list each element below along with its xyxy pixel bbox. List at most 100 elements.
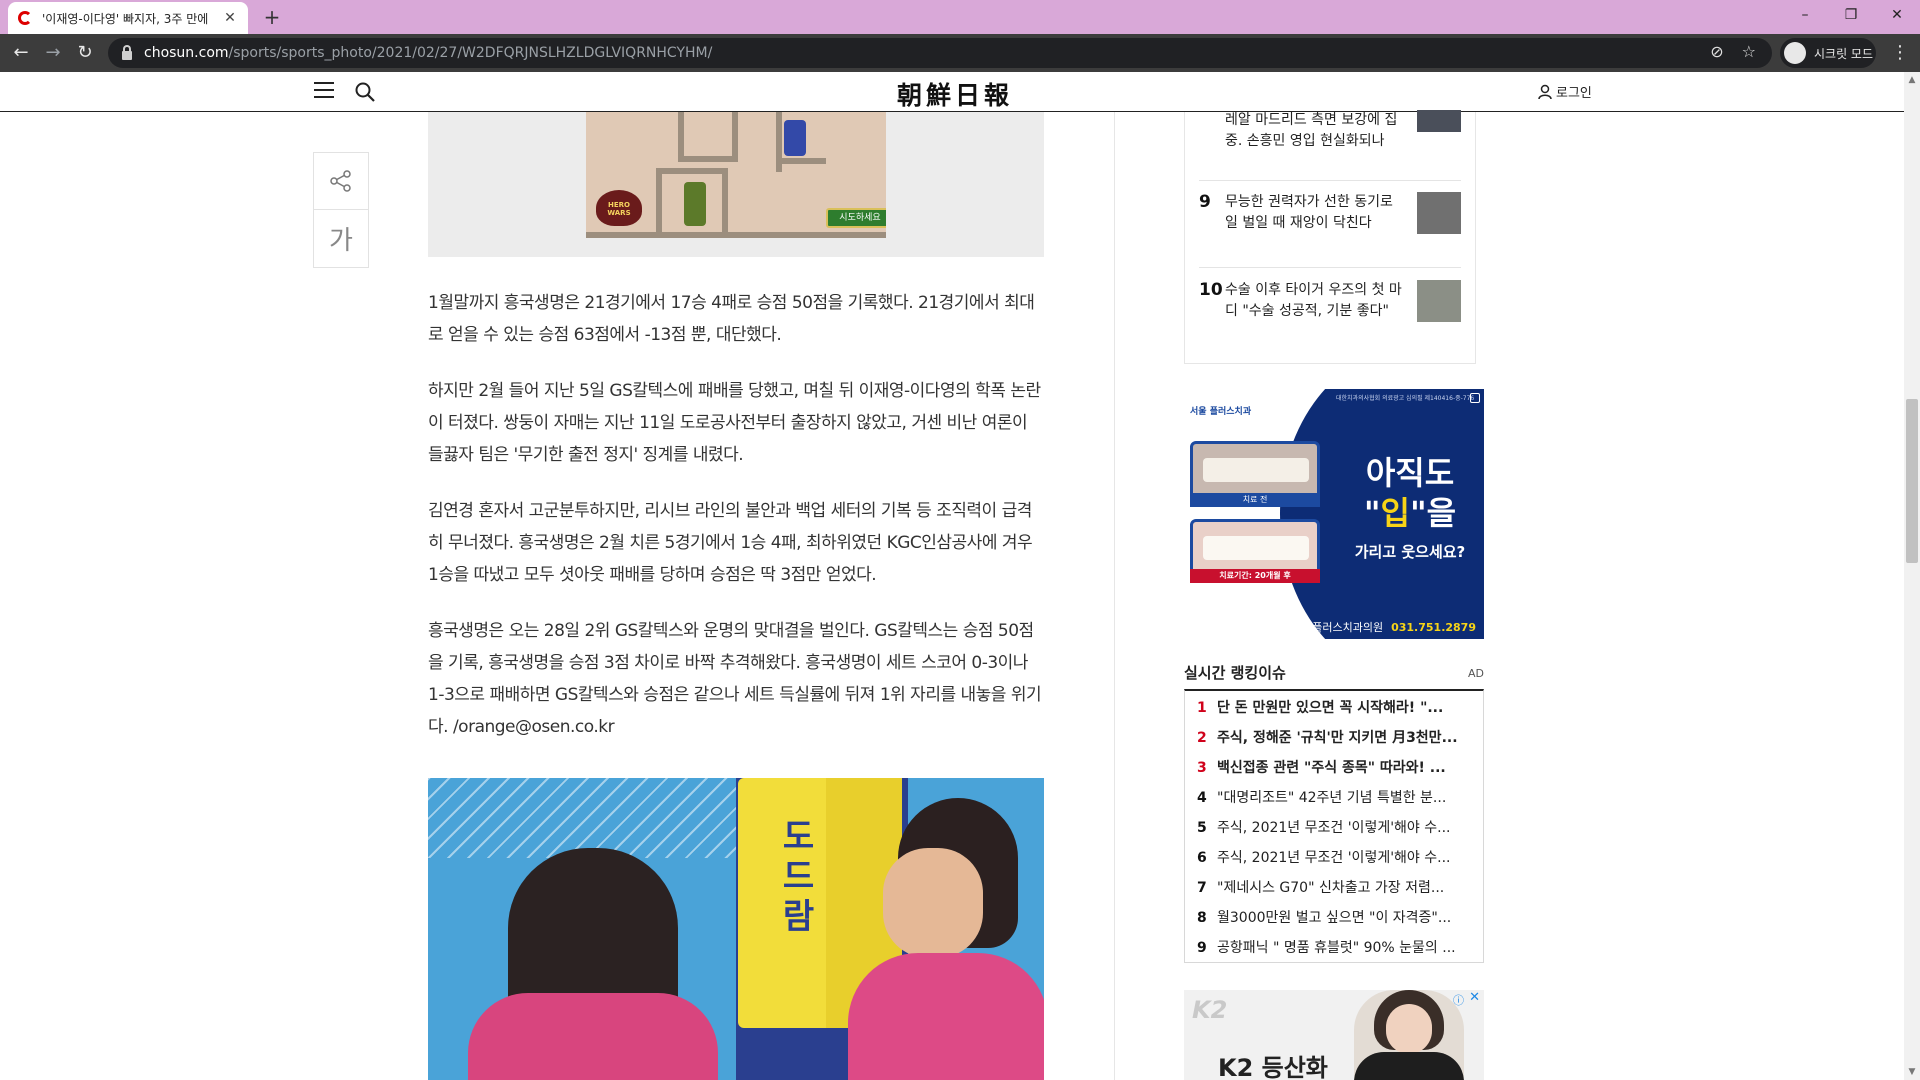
- photo-jersey-left: [468, 993, 718, 1080]
- news-headline: 레알 마드리드 측면 보강에 집중. 손흥민 영입 현실화되나: [1225, 112, 1398, 149]
- news-rank: 10: [1199, 280, 1223, 300]
- ranking-item[interactable]: 2 주식, 정해준 '규칙'만 지키면 月3천만...: [1197, 723, 1477, 753]
- ranking-headline: 주식, 정해준 '규칙'만 지키면 月3천만...: [1217, 730, 1458, 746]
- url-path: /sports/sports_photo/2021/02/27/W2DFQRJN…: [228, 45, 713, 61]
- game-ad-cta-button[interactable]: 시도하세요: [826, 208, 886, 228]
- eye-off-icon[interactable]: ⊘: [1710, 42, 1723, 61]
- k2-logo: K2: [1192, 996, 1228, 1024]
- font-size-button[interactable]: 가: [314, 210, 368, 267]
- ranking-number: 7: [1197, 880, 1207, 896]
- ranking-item[interactable]: 8 월3000만원 벌고 싶으면 "이 자격증"...: [1197, 903, 1477, 933]
- news-item[interactable]: 레알 마드리드 측면 보강에 집중. 손흥민 영입 현실화되나: [1199, 110, 1461, 152]
- dental-ad-banner[interactable]: 서울 플러스치과 치료 전 치료기간: 20개월 후 대한치과의사협회 의료광고…: [1184, 389, 1484, 639]
- dental-headline-quote-close: "을: [1410, 494, 1457, 532]
- tab-close-icon[interactable]: ✕: [222, 10, 238, 26]
- ranking-headline: "대명리조트" 42주년 기념 특별한 분...: [1217, 790, 1447, 806]
- reload-icon[interactable]: ↻: [72, 40, 98, 66]
- article-paragraph: 김연경 혼자서 고군분투하지만, 리시브 라인의 불안과 백업 세터의 기복 등…: [428, 501, 1033, 585]
- news-thumbnail: [1417, 280, 1461, 322]
- star-icon[interactable]: ☆: [1742, 42, 1756, 61]
- ranking-list: 1 단 돈 만원만 있으면 꼭 시작해라! "... 2 주식, 정해준 '규칙…: [1184, 689, 1484, 963]
- ad-info-icon[interactable]: [1470, 393, 1480, 403]
- restore-icon[interactable]: ❐: [1828, 0, 1874, 30]
- dental-headline-mouth: 입: [1380, 494, 1410, 532]
- dental-headline-3: 가리고 웃으세요?: [1354, 543, 1466, 561]
- news-item[interactable]: 9 무능한 권력자가 선한 동기로 일 벌일 때 재앙이 닥친다: [1199, 192, 1461, 234]
- ranking-item[interactable]: 3 백신접종 관련 "주식 종목" 따라와! ...: [1197, 753, 1477, 783]
- ad-close-icon[interactable]: ✕: [1469, 990, 1480, 1005]
- back-icon[interactable]: ←: [8, 40, 34, 66]
- minimize-icon[interactable]: –: [1782, 0, 1828, 30]
- game-ad-banner[interactable]: HERO WARS 시도하세요: [428, 112, 1044, 257]
- dental-fine-print: 대한치과의사협회 의료광고 심의필 제140416-중-776: [1336, 395, 1475, 402]
- news-headline: 무능한 권력자가 선한 동기로 일 벌일 때 재앙이 닥친다: [1225, 194, 1393, 231]
- news-item[interactable]: 10 수술 이후 타이거 우즈의 첫 마디 "수술 성공적, 기분 좋다": [1199, 280, 1461, 322]
- ranking-number: 9: [1197, 940, 1207, 956]
- login-label: 로그인: [1556, 86, 1592, 101]
- ranking-headline: 주식, 2021년 무조건 '이렇게'해야 수...: [1217, 850, 1451, 866]
- news-separator: [1199, 267, 1461, 268]
- dental-clinic-logo: 서울 플러스치과: [1190, 407, 1252, 417]
- ranking-number: 3: [1197, 760, 1207, 776]
- address-bar[interactable]: chosun.com/sports/sports_photo/2021/02/2…: [108, 38, 1772, 68]
- ranking-headline: 백신접종 관련 "주식 종목" 따라와! ...: [1217, 760, 1446, 776]
- ranking-item[interactable]: 5 주식, 2021년 무조건 '이렇게'해야 수...: [1197, 813, 1477, 843]
- new-tab-button[interactable]: +: [258, 4, 286, 30]
- ad-info-icon[interactable]: ⓘ: [1453, 992, 1464, 1008]
- game-ad-artwork: HERO WARS 시도하세요: [586, 112, 886, 238]
- article-tools: 가: [313, 152, 369, 268]
- ranking-item[interactable]: 9 공항패닉 " 명품 휴블럿" 90% 눈물의 ...: [1197, 933, 1477, 963]
- ranking-ad-label: AD: [1468, 667, 1484, 680]
- news-rank: 9: [1199, 192, 1211, 212]
- ranking-number: 5: [1197, 820, 1207, 836]
- news-rank: [1199, 110, 1225, 152]
- url-host: chosun.com: [144, 45, 229, 61]
- ranking-number: 1: [1197, 700, 1207, 716]
- after-label: 치료기간: 20개월 후: [1190, 569, 1320, 583]
- ranking-number: 2: [1197, 730, 1207, 746]
- ranking-item[interactable]: 1 단 돈 만원만 있으면 꼭 시작해라! "...: [1197, 693, 1477, 723]
- dental-headline-2: "입"을: [1344, 493, 1476, 533]
- incognito-badge[interactable]: 시크릿 모드: [1780, 38, 1876, 68]
- ranking-headline: "제네시스 G70" 신차출고 가장 저렴...: [1217, 880, 1445, 896]
- share-icon: [330, 170, 351, 192]
- dental-clinic-name: 서울플러스치과의원: [1292, 621, 1384, 634]
- tab-title: '이재영-이다영' 빠지자, 3주 만에: [42, 11, 209, 26]
- share-button[interactable]: [314, 153, 368, 210]
- teeth-before-image: [1190, 441, 1320, 499]
- browser-tab[interactable]: '이재영-이다영' 빠지자, 3주 만에 ✕: [8, 2, 248, 34]
- news-separator: [1199, 180, 1461, 181]
- article-photo[interactable]: 도드람: [428, 778, 1044, 1080]
- ranking-item[interactable]: 6 주식, 2021년 무조건 '이렇게'해야 수...: [1197, 843, 1477, 873]
- k2-ad-model: [1354, 990, 1464, 1080]
- hamburger-menu-icon[interactable]: [314, 82, 334, 100]
- photo-net: [428, 778, 748, 858]
- page-scrollbar[interactable]: ▲ ▼: [1904, 72, 1920, 1080]
- ranking-item[interactable]: 4 "대명리조트" 42주년 기념 특별한 분...: [1197, 783, 1477, 813]
- scroll-down-arrow-icon[interactable]: ▼: [1904, 1064, 1920, 1080]
- scroll-thumb[interactable]: [1906, 399, 1918, 563]
- news-thumbnail: [1417, 192, 1461, 234]
- menu-kebab-icon[interactable]: ⋮: [1890, 40, 1910, 66]
- chosun-logo[interactable]: 朝鮮日報: [820, 76, 1090, 110]
- ranking-item[interactable]: 7 "제네시스 G70" 신차출고 가장 저렴...: [1197, 873, 1477, 903]
- photo-pad-text: 도드람: [775, 818, 815, 938]
- dental-phone: 031.751.2879: [1391, 621, 1476, 634]
- article-paragraph: 흥국생명은 오는 28일 2위 GS칼텍스와 운명의 맞대결을 벌인다. GS칼…: [428, 621, 1042, 737]
- photo-jersey-right: [848, 953, 1044, 1080]
- k2-ad-banner[interactable]: K2 K2 등산화 ⓘ ✕: [1184, 990, 1484, 1080]
- search-icon[interactable]: [354, 81, 376, 103]
- photo-player-right-face: [883, 848, 983, 958]
- dental-headline-quote-open: ": [1363, 494, 1381, 532]
- k2-ad-text: K2 등산화: [1218, 1054, 1328, 1080]
- ranking-headline: 주식, 2021년 무조건 '이렇게'해야 수...: [1217, 820, 1451, 836]
- login-button[interactable]: 로그인: [1538, 82, 1592, 101]
- window-close-icon[interactable]: ✕: [1874, 0, 1920, 30]
- dental-headline-1: 아직도: [1365, 454, 1455, 492]
- scroll-up-arrow-icon[interactable]: ▲: [1904, 72, 1920, 88]
- hero-wars-logo: HERO WARS: [596, 190, 642, 226]
- user-icon: [1538, 84, 1552, 99]
- forward-icon[interactable]: →: [40, 40, 66, 66]
- browser-tab-strip: '이재영-이다영' 빠지자, 3주 만에 ✕ + – ❐ ✕: [0, 0, 1920, 34]
- dental-ad-footer: 서울플러스치과의원 031.751.2879: [1184, 617, 1484, 639]
